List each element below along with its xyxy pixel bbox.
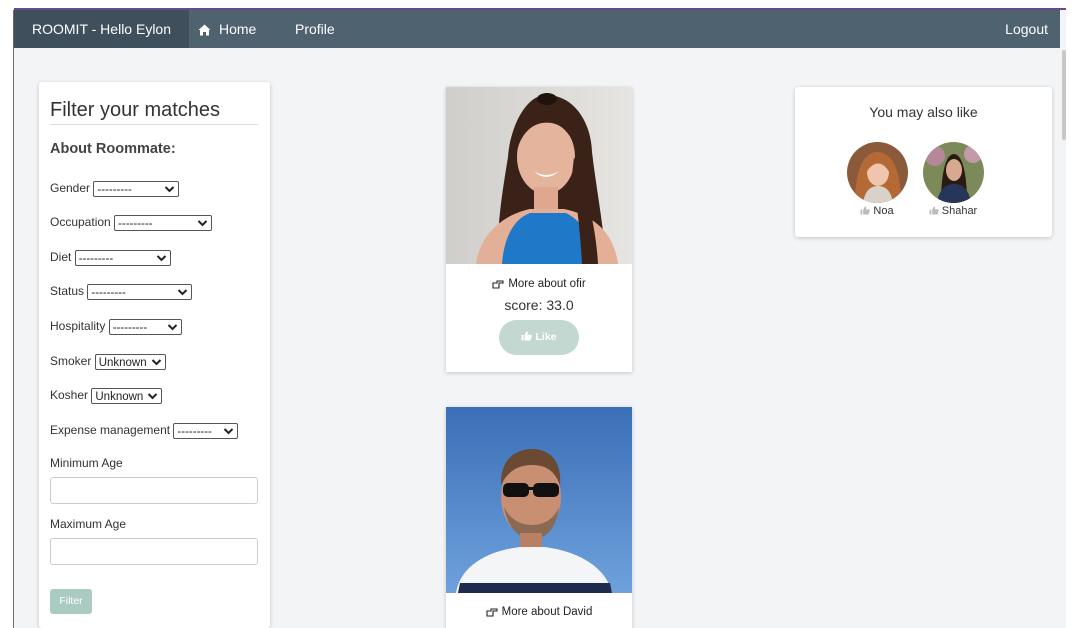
more-about-label: More about ofir	[508, 278, 586, 290]
hand-point-right-icon	[492, 280, 504, 289]
chevron-down-icon	[148, 393, 158, 400]
chevron-down-icon	[167, 324, 177, 331]
hospitality-row: Hospitality ---------	[50, 317, 182, 335]
avatar[interactable]	[846, 142, 908, 203]
nav-profile-link[interactable]: Profile	[295, 10, 335, 48]
suggestion-item[interactable]: Noa	[842, 142, 912, 217]
expense-label: Expense management	[50, 423, 171, 437]
home-icon	[198, 24, 211, 36]
smoker-label: Smoker	[50, 354, 92, 368]
filter-title: Filter your matches	[50, 99, 258, 125]
window-top-edge	[0, 0, 1072, 8]
hand-point-right-icon	[486, 608, 498, 617]
kosher-select[interactable]: Unknown	[91, 387, 163, 404]
chevron-down-icon	[197, 220, 208, 227]
gender-select[interactable]: ---------	[93, 180, 180, 197]
kosher-value: Unknown	[95, 390, 144, 403]
avatar-shahar-image	[922, 142, 984, 203]
diet-label: Diet	[50, 250, 72, 264]
gender-label: Gender	[50, 181, 91, 195]
thumbs-up-icon	[521, 331, 533, 341]
nav-home-label: Home	[219, 21, 257, 37]
diet-value: ---------	[78, 252, 114, 265]
like-button[interactable]: Like	[499, 320, 579, 355]
match-score: score: 33.0	[504, 297, 574, 313]
hospitality-select[interactable]: ---------	[108, 318, 182, 335]
more-about-link[interactable]: More about David	[446, 606, 632, 618]
kosher-label: Kosher	[50, 388, 89, 402]
page-scrollbar[interactable]	[1060, 10, 1066, 628]
occupation-label: Occupation	[50, 215, 111, 229]
avatar[interactable]	[922, 142, 984, 203]
smoker-row: Smoker Unknown	[50, 352, 166, 370]
chevron-down-icon	[224, 428, 234, 435]
min-age-label: Minimum Age	[50, 456, 123, 470]
expense-row: Expense management ---------	[50, 421, 239, 439]
hospitality-value: ---------	[112, 321, 148, 334]
filter-panel: Filter your matches About Roommate: Gend…	[39, 82, 270, 628]
max-age-label: Maximum Age	[50, 517, 127, 531]
expense-select[interactable]: ---------	[173, 422, 239, 439]
suggestion-name: Shahar	[941, 205, 978, 217]
scrollbar-thumb[interactable]	[1062, 50, 1066, 140]
about-roommate-heading: About Roommate:	[50, 141, 176, 157]
max-age-input[interactable]	[50, 538, 258, 565]
nav-home-link[interactable]: Home	[198, 10, 256, 48]
chevron-down-icon	[156, 255, 166, 262]
status-row: Status ---------	[50, 282, 193, 300]
filter-submit-button[interactable]: Filter	[50, 589, 92, 614]
gender-value: ---------	[97, 183, 132, 196]
match-card: More about ofir score: 33.0 Like	[446, 87, 632, 372]
status-label: Status	[50, 284, 85, 298]
chevron-down-icon	[165, 186, 175, 193]
smoker-select[interactable]: Unknown	[94, 353, 166, 370]
occupation-select[interactable]: ---------	[114, 214, 213, 231]
status-select[interactable]: ---------	[87, 283, 193, 300]
chevron-down-icon	[178, 289, 188, 296]
hospitality-label: Hospitality	[50, 319, 106, 333]
brand-link[interactable]: ROOMIT - Hello Eylon	[14, 10, 189, 48]
occupation-row: Occupation ---------	[50, 213, 213, 231]
match-photo[interactable]	[446, 407, 632, 593]
min-age-input[interactable]	[50, 477, 258, 504]
avatar-noa-image	[846, 142, 908, 203]
thumbs-up-icon	[860, 206, 871, 215]
smoker-value: Unknown	[98, 356, 147, 369]
expense-value: ---------	[177, 425, 212, 438]
more-about-link[interactable]: More about ofir	[446, 278, 632, 290]
more-about-label: More about David	[501, 606, 593, 618]
profile-photo-woman	[446, 87, 632, 264]
suggestions-panel: You may also like Noa Shahar	[795, 87, 1052, 237]
logout-link[interactable]: Logout	[1005, 10, 1048, 48]
match-photo[interactable]	[446, 87, 632, 264]
occupation-value: ---------	[118, 217, 153, 230]
chevron-down-icon	[151, 359, 161, 366]
thumbs-up-icon	[929, 206, 939, 215]
suggestion-name: Noa	[873, 205, 894, 217]
status-value: ---------	[91, 286, 126, 299]
suggestions-title: You may also like	[869, 104, 978, 120]
top-navbar: ROOMIT - Hello Eylon Home Profile Logout	[14, 10, 1066, 48]
app-viewport: ROOMIT - Hello Eylon Home Profile Logout…	[14, 10, 1066, 628]
profile-photo-man	[446, 407, 632, 593]
kosher-row: Kosher Unknown	[50, 386, 163, 404]
match-card: More about David	[446, 407, 632, 628]
suggestion-item[interactable]: Shahar	[918, 142, 988, 217]
like-label: Like	[535, 331, 557, 343]
gender-row: Gender ---------	[50, 179, 180, 197]
diet-row: Diet ---------	[50, 248, 171, 266]
diet-select[interactable]: ---------	[74, 249, 171, 266]
